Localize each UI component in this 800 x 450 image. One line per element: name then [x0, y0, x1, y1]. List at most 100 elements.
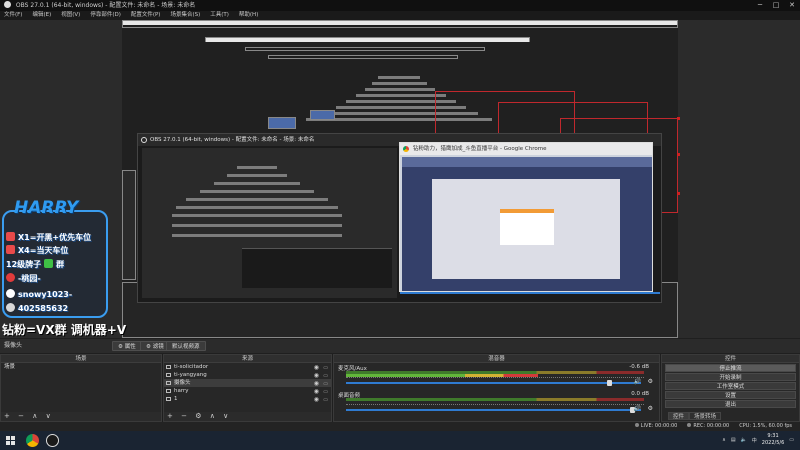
overlay-line-6: 402585632	[6, 303, 68, 313]
settings-button[interactable]: 设置	[665, 391, 796, 399]
chrome-title: 钻粉助力，猎鹰加成_斗鱼直播平台 - Google Chrome	[413, 146, 547, 152]
captured-chrome-window: 钻粉助力，猎鹰加成_斗鱼直播平台 - Google Chrome	[399, 142, 653, 292]
overlay-line-1: X1=开黑+优先车位	[6, 232, 91, 243]
live-indicator-icon	[634, 423, 639, 427]
harry-logo: HARRY	[14, 198, 79, 218]
source-item[interactable]: harry ◉ ▭	[164, 387, 331, 395]
network-icon[interactable]: ▤	[731, 437, 736, 443]
mixer-fader-knob[interactable]	[607, 380, 612, 386]
remove-scene-button[interactable]: −	[18, 412, 24, 420]
chrome-title-bar: 钻粉助力，猎鹰加成_斗鱼直播平台 - Google Chrome	[400, 143, 652, 155]
studio-mode-button[interactable]: 工作室模式	[665, 382, 796, 390]
mixer-volume-fader[interactable]	[346, 409, 641, 411]
mixer-track-desktop: 桌面音频 0.0 dB 🔊 ⚙	[334, 390, 659, 413]
add-scene-button[interactable]: +	[4, 412, 10, 420]
visibility-eye-icon[interactable]: ◉	[314, 396, 319, 404]
mixer-tick-scale	[346, 377, 644, 379]
qq-icon	[6, 289, 15, 298]
close-button[interactable]: ✕	[784, 0, 800, 11]
source-item[interactable]: 1 ◉ ▭	[164, 395, 331, 403]
mixer-track-db: 0.0 dB	[631, 391, 649, 397]
nested-window	[205, 37, 530, 42]
badge-icon	[6, 245, 15, 254]
tray-up-arrow-icon[interactable]: ∧	[722, 437, 726, 443]
title-bar: OBS 27.0.1 (64-bit, windows) - 配置文件: 未命名…	[0, 0, 800, 11]
captured-obs-title: OBS 27.0.1 (64-bit, windows) - 配置文件: 未命名…	[150, 137, 315, 143]
controls-tab-strip: 控件 场景转场	[668, 412, 722, 420]
source-settings-button[interactable]: ⚙	[195, 412, 201, 420]
move-source-down-button[interactable]: ∨	[223, 412, 228, 420]
mixer-volume-fader[interactable]	[346, 382, 641, 384]
chrome-page-dialog	[500, 209, 554, 245]
chrome-page	[402, 157, 652, 291]
volume-icon[interactable]: 🔈	[741, 437, 747, 443]
notification-icon[interactable]: ▭	[789, 437, 794, 443]
scene-item[interactable]: 场景	[1, 363, 161, 372]
menu-help[interactable]: 帮助(H)	[239, 11, 258, 20]
mixer-tick-scale	[346, 404, 644, 406]
scenes-dock-footer: + − ∧ ∨	[1, 412, 161, 421]
source-item[interactable]: ti-solicitador ◉ ▭	[164, 363, 331, 371]
menu-view[interactable]: 视图(V)	[61, 11, 80, 20]
overlay-line-3: 12级牌子群	[6, 259, 65, 269]
nested-window-edge	[122, 170, 136, 280]
gear-icon[interactable]: ⚙	[648, 378, 653, 385]
nested-overlay-thumb	[310, 110, 335, 120]
nested-window	[245, 47, 485, 51]
text-source-icon	[166, 365, 171, 369]
overlay-line-2: X4=当天车位	[6, 245, 68, 256]
speaker-icon[interactable]: 🔊	[634, 378, 641, 385]
properties-button[interactable]: ⚙ 属性	[112, 341, 142, 351]
sources-dock-title: 来源	[164, 355, 331, 363]
source-item-selected[interactable]: 摄像头 ◉ ▭	[164, 379, 331, 387]
status-bar: LIVE: 00:00:00 REC: 00:00:00 CPU: 1.5%, …	[0, 422, 800, 431]
default-capture-button[interactable]: 默认视频源	[166, 341, 206, 351]
start-recording-button[interactable]: 开始录制	[665, 373, 796, 381]
captured-volume-fader	[400, 292, 660, 294]
wechat-icon	[44, 259, 54, 268]
mixer-track-db: -0.6 dB	[629, 364, 649, 370]
stop-streaming-button[interactable]: 停止推流	[665, 364, 796, 372]
lock-icon[interactable]: ▭	[323, 396, 328, 404]
overlay-line-4: -桃园-	[6, 273, 41, 284]
obs-studio-screen: OBS 27.0.1 (64-bit, windows) - 配置文件: 未命名…	[0, 0, 800, 450]
remove-source-button[interactable]: −	[181, 412, 187, 420]
windows-start-icon[interactable]	[6, 436, 15, 445]
rec-status: REC: 00:00:00	[687, 422, 729, 431]
tab-controls[interactable]: 控件	[668, 412, 690, 420]
minimize-button[interactable]: ─	[752, 0, 768, 11]
source-item[interactable]: ti-yangyang ◉ ▭	[164, 371, 331, 379]
camera-source-icon	[166, 381, 171, 385]
image-source-icon	[166, 389, 171, 393]
menu-edit[interactable]: 编辑(E)	[32, 11, 51, 20]
selected-source-label: 摄像头	[4, 342, 23, 349]
exit-button[interactable]: 退出	[665, 400, 796, 408]
chrome-taskbar-icon[interactable]	[26, 434, 39, 447]
menu-docks[interactable]: 停靠部件(D)	[90, 11, 121, 20]
weibo-icon	[6, 273, 15, 282]
add-source-button[interactable]: +	[167, 412, 173, 420]
clock-time: 9:31	[767, 433, 779, 439]
audio-mixer-dock: 混音器 麦克风/Aux -0.6 dB 🔊 ⚙ 桌面音频 0.0 dB 🔊 ⚙	[333, 354, 660, 422]
gear-icon[interactable]: ⚙	[648, 405, 653, 412]
speaker-icon[interactable]: 🔊	[634, 405, 641, 412]
menu-tools[interactable]: 工具(T)	[210, 11, 229, 20]
source-toolbar: 摄像头 ⚙ 属性 ⚙ 滤镜 默认视频源	[0, 339, 800, 353]
obs-logo-icon	[141, 137, 147, 143]
move-scene-up-button[interactable]: ∧	[32, 412, 37, 420]
input-language[interactable]: 中	[752, 437, 757, 444]
menu-profile[interactable]: 配置文件(P)	[131, 11, 161, 20]
menu-file[interactable]: 文件(F)	[4, 11, 22, 20]
clock[interactable]: 9:31 2022/5/6	[762, 433, 784, 447]
menu-scene-collection[interactable]: 场景集合(S)	[170, 11, 200, 20]
move-scene-down-button[interactable]: ∨	[46, 412, 51, 420]
maximize-button[interactable]: □	[768, 0, 784, 11]
obs-taskbar-icon[interactable]	[46, 434, 59, 447]
image-source-icon	[166, 397, 171, 401]
mixer-dock-title: 混音器	[334, 355, 659, 363]
move-source-up-button[interactable]: ∧	[210, 412, 215, 420]
sources-dock-footer: + − ⚙ ∧ ∨	[164, 412, 331, 421]
tab-scene-transitions[interactable]: 场景转场	[689, 412, 722, 420]
windows-taskbar: ∧ ▤ 🔈 中 9:31 2022/5/6 ▭	[0, 431, 800, 450]
rec-indicator-icon	[687, 423, 692, 427]
